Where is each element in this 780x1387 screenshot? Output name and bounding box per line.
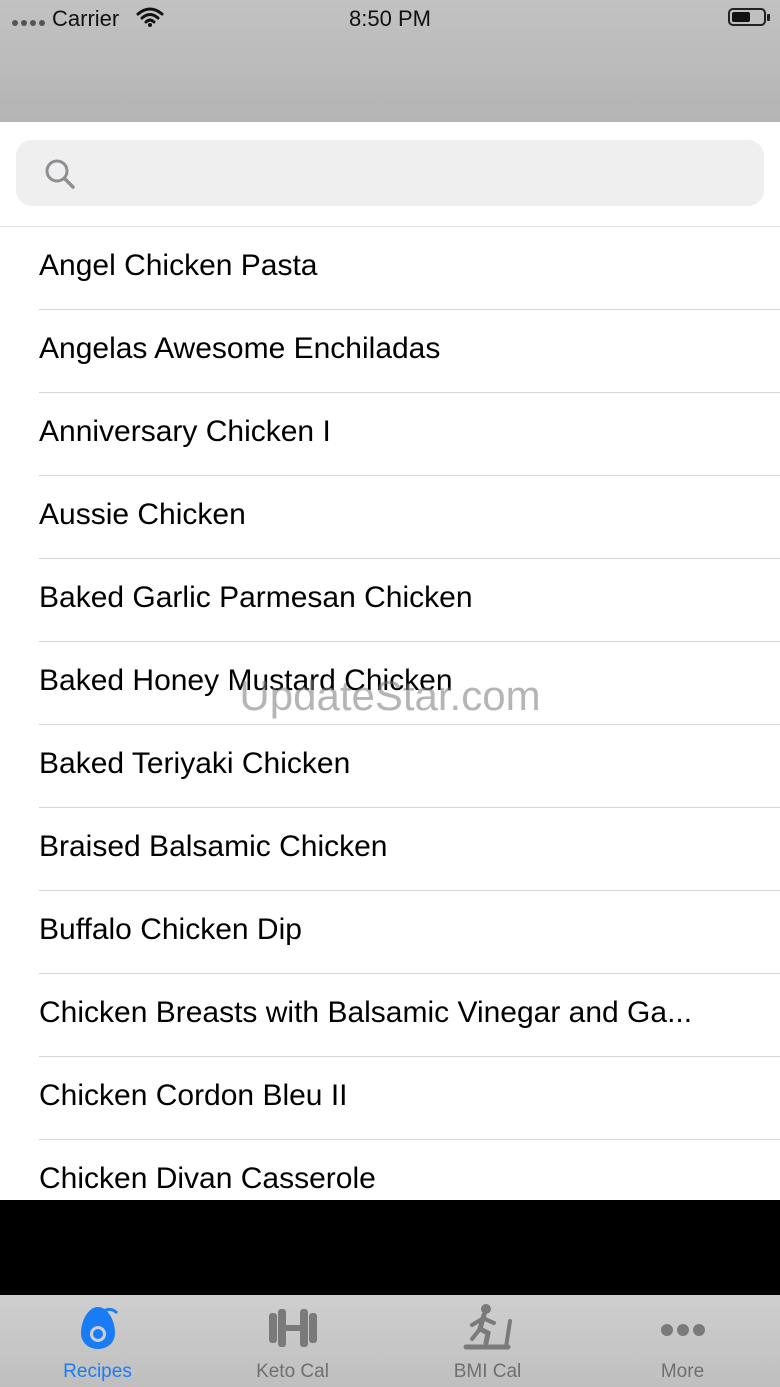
recipe-row[interactable]: Baked Honey Mustard Chicken [0,642,780,725]
status-time: 8:50 PM [349,6,431,31]
dumbbell-icon [265,1303,321,1358]
search-area [0,122,780,227]
tab-keto-cal[interactable]: Keto Cal [195,1295,390,1387]
recipe-title: Angel Chicken Pasta [39,249,318,282]
tab-label: Keto Cal [256,1361,329,1382]
status-bar: Carrier 8:50 PM [0,0,780,122]
tab-recipes[interactable]: Recipes [0,1295,195,1387]
search-icon [44,158,76,195]
tab-more[interactable]: More [585,1295,780,1387]
recipe-title: Chicken Divan Casserole [39,1162,376,1195]
recipe-row[interactable]: Braised Balsamic Chicken [0,808,780,891]
recipe-row[interactable]: Chicken Breasts with Balsamic Vinegar an… [0,974,780,1057]
treadmill-icon [460,1303,516,1360]
recipe-row[interactable]: Angel Chicken Pasta [0,227,780,310]
recipe-row[interactable]: Chicken Divan Casserole [0,1140,780,1200]
recipe-row[interactable]: Baked Garlic Parmesan Chicken [0,559,780,642]
tab-bmi-cal[interactable]: BMI Cal [390,1295,585,1387]
tab-label: BMI Cal [453,1361,522,1382]
battery-icon [728,8,770,26]
tab-bar: Recipes Keto Cal BMI Cal More [0,1295,780,1387]
recipe-row[interactable]: Aussie Chicken [0,476,780,559]
recipe-row[interactable]: Angelas Awesome Enchiladas [0,310,780,393]
recipe-title: Braised Balsamic Chicken [39,830,388,863]
recipe-title: Chicken Cordon Bleu II [39,1079,348,1112]
recipe-title: Buffalo Chicken Dip [39,913,302,946]
recipe-title: Anniversary Chicken I [39,415,331,448]
recipe-row[interactable]: Buffalo Chicken Dip [0,891,780,974]
recipe-title: Baked Teriyaki Chicken [39,747,351,780]
avocado-icon [73,1303,123,1358]
recipe-title: Baked Garlic Parmesan Chicken [39,581,473,614]
recipe-title: Angelas Awesome Enchiladas [39,332,441,365]
tab-label: Recipes [63,1361,132,1382]
recipe-title: Chicken Breasts with Balsamic Vinegar an… [39,996,693,1029]
recipe-row[interactable]: Chicken Cordon Bleu II [0,1057,780,1140]
more-dots-icon [658,1303,708,1358]
recipe-row[interactable]: Anniversary Chicken I [0,393,780,476]
tab-label: More [660,1361,705,1382]
search-bar[interactable] [16,140,764,206]
recipe-row[interactable]: Baked Teriyaki Chicken [0,725,780,808]
black-band [0,1200,780,1295]
search-input[interactable] [86,150,750,198]
recipe-title: Baked Honey Mustard Chicken [39,664,453,697]
recipe-title: Aussie Chicken [39,498,246,531]
recipe-list: Angel Chicken Pasta Angelas Awesome Ench… [0,227,780,1200]
